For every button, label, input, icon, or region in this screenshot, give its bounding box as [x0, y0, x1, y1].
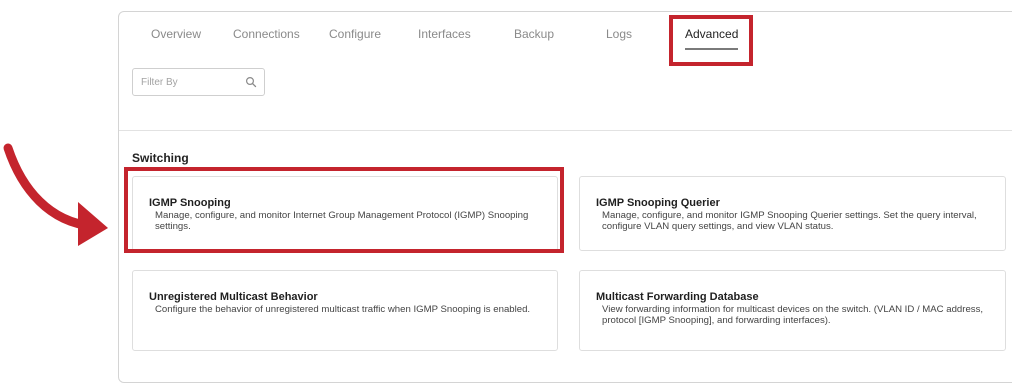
tab-overview[interactable]: Overview — [151, 25, 201, 48]
tab-configure[interactable]: Configure — [329, 25, 381, 48]
section-title: Switching — [132, 151, 189, 165]
card-unregistered-multicast-behavior[interactable]: Unregistered Multicast Behavior Configur… — [132, 270, 558, 351]
filter-input[interactable] — [133, 76, 241, 88]
curved-arrow-icon — [3, 143, 108, 246]
divider — [119, 130, 1012, 131]
card-title: IGMP Snooping Querier — [596, 197, 720, 209]
tab-interfaces[interactable]: Interfaces — [418, 25, 471, 48]
tab-advanced[interactable]: Advanced — [685, 25, 739, 50]
tab-backup[interactable]: Backup — [514, 25, 554, 48]
card-igmp-snooping-querier[interactable]: IGMP Snooping Querier Manage, configure,… — [579, 176, 1006, 251]
card-title: IGMP Snooping — [149, 197, 231, 209]
card-title: Multicast Forwarding Database — [596, 291, 759, 303]
card-description: View forwarding information for multicas… — [602, 304, 984, 326]
tab-connections[interactable]: Connections — [233, 25, 300, 48]
card-description: Manage, configure, and monitor Internet … — [155, 210, 529, 232]
filter-box — [132, 68, 265, 96]
card-igmp-snooping[interactable]: IGMP Snooping Manage, configure, and mon… — [132, 176, 558, 251]
search-icon[interactable] — [245, 76, 257, 88]
card-multicast-forwarding-database[interactable]: Multicast Forwarding Database View forwa… — [579, 270, 1006, 351]
main-panel: Overview Connections Configure Interface… — [118, 11, 1012, 383]
card-description: Configure the behavior of unregistered m… — [155, 304, 531, 315]
tab-logs[interactable]: Logs — [606, 25, 632, 48]
card-description: Manage, configure, and monitor IGMP Snoo… — [602, 210, 977, 232]
card-title: Unregistered Multicast Behavior — [149, 291, 318, 303]
